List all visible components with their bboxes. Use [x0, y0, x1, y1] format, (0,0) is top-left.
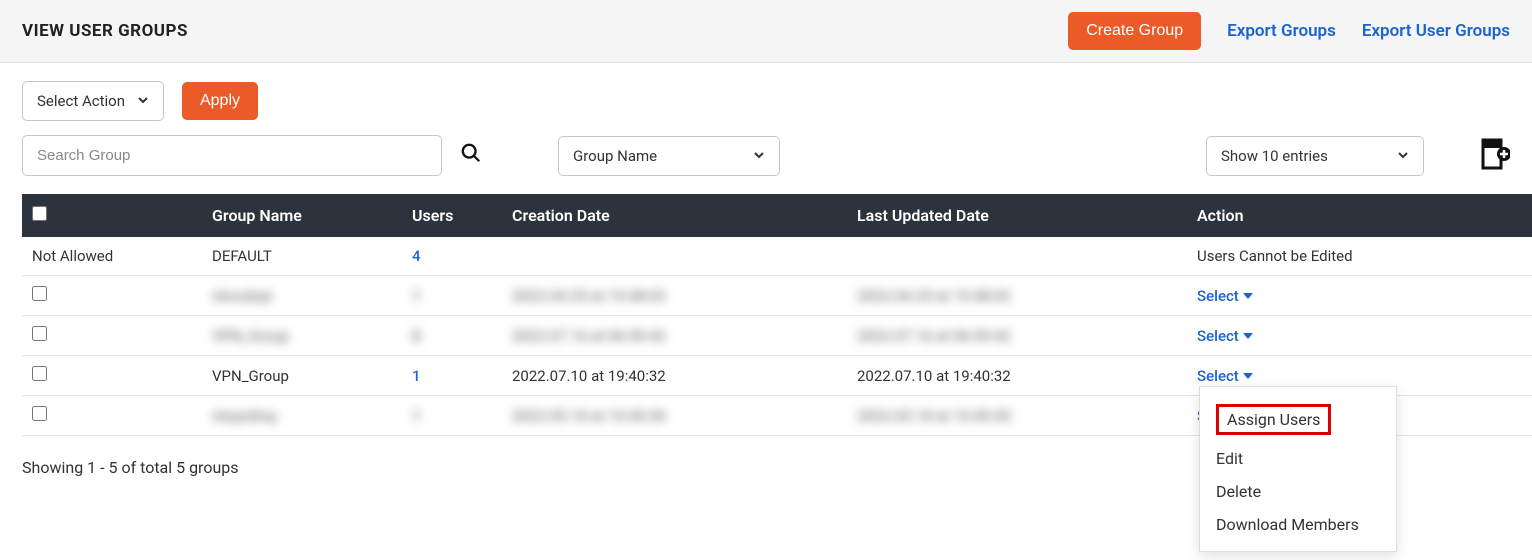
cell-updated-date: 2022.07.10 at 19:40:32 [847, 356, 1187, 396]
filter-bar: Group Name Show 10 entries [0, 127, 1532, 194]
cell-group-name: nlsvulnpt [202, 276, 402, 316]
menu-item-edit[interactable]: Edit [1200, 442, 1396, 475]
caret-down-icon [1243, 373, 1253, 379]
row-checkbox[interactable] [32, 366, 47, 381]
chevron-down-icon [753, 147, 765, 165]
table-row: VPN_Group 0 2022.07.16 at 06:59:422022.07.… [22, 316, 1532, 356]
users-count-link[interactable]: 1 [412, 367, 421, 385]
users-count-link[interactable]: 1 [412, 407, 421, 425]
cell-creation-date: 2022.05.18 at 10:45:30 [502, 396, 847, 436]
groupname-filter-dropdown[interactable]: Group Name [558, 136, 780, 176]
cell-creation-date: 2022.04.25 at 19:48:02 [502, 276, 847, 316]
entries-count-label: Show 10 entries [1221, 147, 1328, 165]
header-actions: Create Group Export Groups Export User G… [1068, 12, 1510, 50]
table-row: VPN_Group 1 2022.07.10 at 19:40:322022.07.… [22, 356, 1532, 396]
cell-updated-date [847, 237, 1187, 276]
users-count-link[interactable]: 4 [412, 247, 421, 265]
caret-down-icon [1243, 333, 1253, 339]
col-header-cdate: Creation Date [502, 194, 847, 237]
export-user-groups-link[interactable]: Export User Groups [1362, 21, 1510, 41]
groupname-filter-label: Group Name [573, 147, 657, 165]
cell-group-name: VPN_Group [202, 356, 402, 396]
cell-group-name: VPN_Group [202, 316, 402, 356]
add-column-icon[interactable] [1480, 137, 1510, 175]
table-header-row: Group Name Users Creation Date Last Upda… [22, 194, 1532, 237]
page-title: VIEW USER GROUPS [22, 21, 188, 41]
select-action-dropdown[interactable]: Select Action [22, 81, 164, 121]
search-group-input[interactable] [22, 135, 442, 176]
menu-item-download-members[interactable]: Download Members [1200, 508, 1396, 541]
caret-down-icon [1243, 293, 1253, 299]
entries-count-dropdown[interactable]: Show 10 entries [1206, 136, 1424, 176]
chevron-down-icon [1397, 147, 1409, 165]
row-checkbox-disabled-label: Not Allowed [22, 237, 202, 276]
row-checkbox[interactable] [32, 286, 47, 301]
table-row: nlsvulnpt 1 2022.04.25 at 19:48:022022.04.… [22, 276, 1532, 316]
cell-group-name: ntoprdmp [202, 396, 402, 436]
cell-creation-date [502, 237, 847, 276]
row-action-select-dropdown[interactable]: Select [1197, 327, 1253, 345]
create-group-button[interactable]: Create Group [1068, 12, 1201, 50]
users-count-link[interactable]: 1 [412, 287, 421, 305]
row-checkbox[interactable] [32, 326, 47, 341]
row-checkbox[interactable] [32, 406, 47, 421]
cell-updated-date: 2022.04.25 at 19:48:02 [847, 276, 1187, 316]
col-header-action: Action [1187, 194, 1532, 237]
cell-updated-date: 2022.07.16 at 06:59:42 [847, 316, 1187, 356]
apply-button[interactable]: Apply [182, 82, 258, 120]
col-header-udate: Last Updated Date [847, 194, 1187, 237]
header-bar: VIEW USER GROUPS Create Group Export Gro… [0, 0, 1532, 63]
col-header-users: Users [402, 194, 502, 237]
select-all-checkbox[interactable] [32, 206, 47, 221]
action-toolbar: Select Action Apply [0, 63, 1532, 127]
row-action-select-dropdown[interactable]: Select [1197, 367, 1253, 385]
export-groups-link[interactable]: Export Groups [1227, 21, 1336, 41]
cell-creation-date: 2022.07.10 at 19:40:32 [502, 356, 847, 396]
cell-updated-date: 2022.05.18 at 10:45:30 [847, 396, 1187, 436]
table-row: Not AllowedDEFAULT 4 Users Cannot be Edite… [22, 237, 1532, 276]
groups-table: Group Name Users Creation Date Last Upda… [22, 194, 1532, 436]
menu-item-delete[interactable]: Delete [1200, 475, 1396, 508]
row-action-select-dropdown[interactable]: Select [1197, 287, 1253, 305]
row-action-dropdown-menu: Assign UsersEditDeleteDownload Members [1199, 386, 1397, 552]
row-action-static: Users Cannot be Edited [1187, 237, 1532, 276]
chevron-down-icon [137, 92, 149, 110]
col-header-name: Group Name [202, 194, 402, 237]
cell-creation-date: 2022.07.16 at 06:59:42 [502, 316, 847, 356]
search-icon[interactable] [460, 142, 482, 169]
cell-group-name: DEFAULT [202, 237, 402, 276]
select-action-label: Select Action [37, 92, 125, 110]
menu-item-assign-users[interactable]: Assign Users [1200, 397, 1396, 442]
users-count-link[interactable]: 0 [412, 327, 421, 345]
